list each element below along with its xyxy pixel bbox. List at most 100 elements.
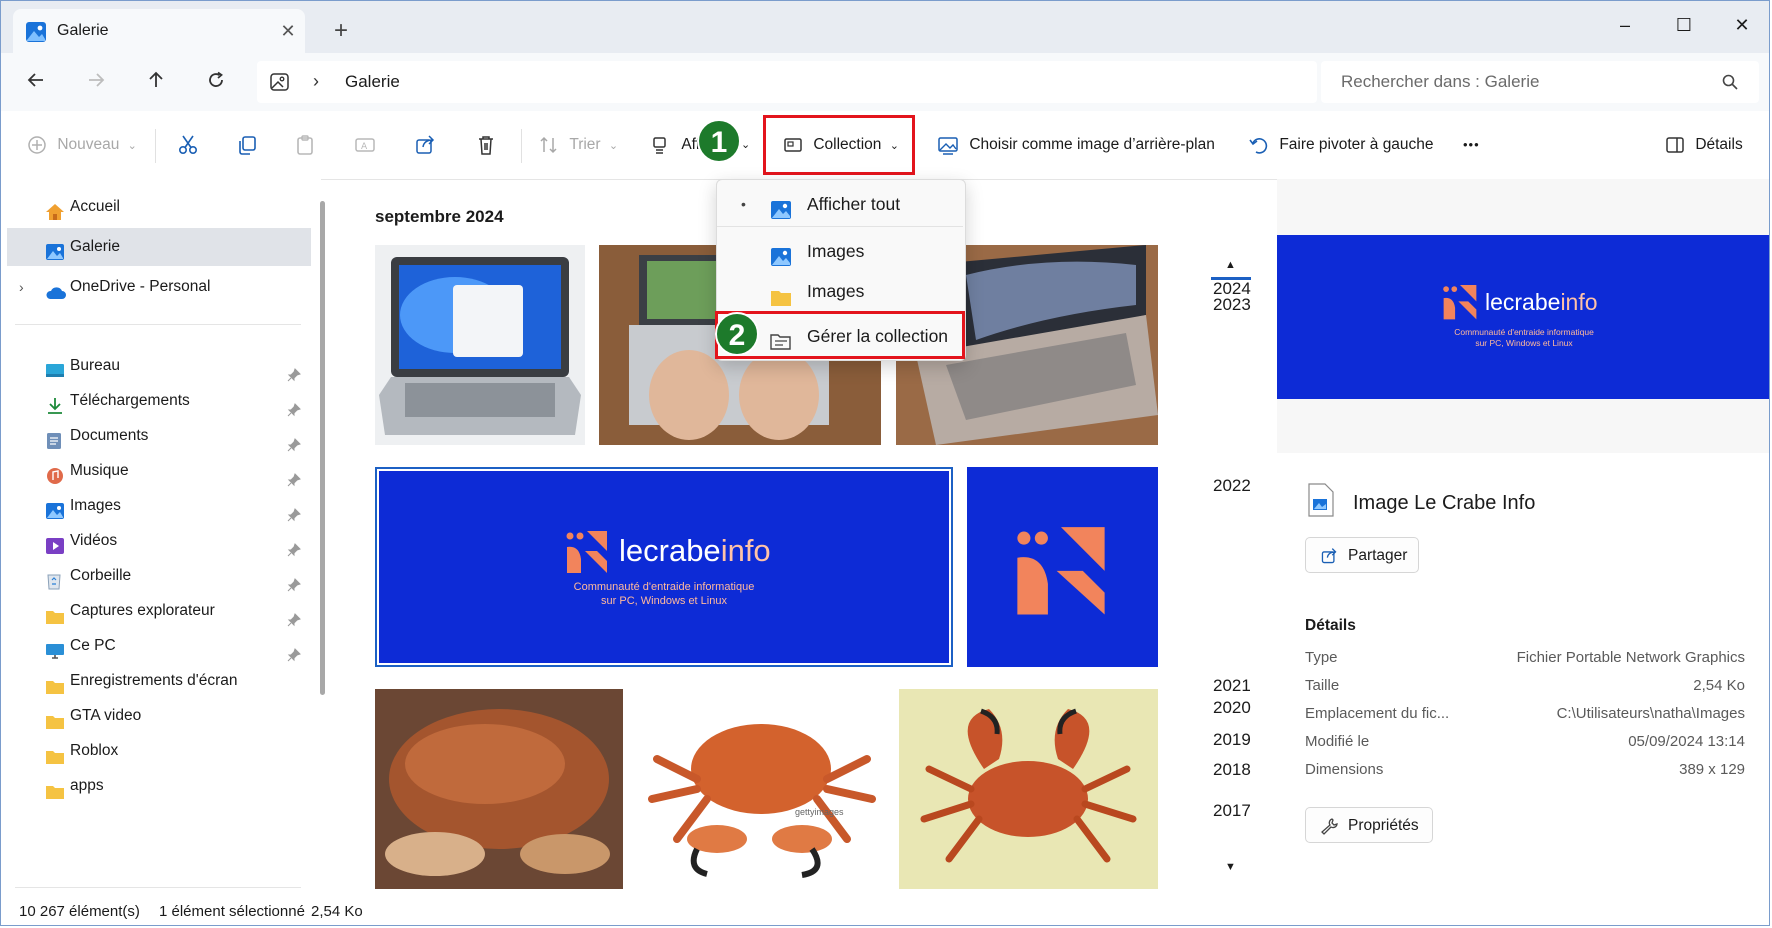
new-button[interactable]: Nouveau ⌄ [27, 131, 137, 159]
videos-icon [45, 532, 65, 554]
timeline-year[interactable]: 2023 [1213, 295, 1251, 315]
rotate-left-icon [1249, 137, 1268, 154]
detail-value[interactable]: C:\Utilisateurs\natha\Images [1557, 701, 1745, 727]
breadcrumb-chevron-icon[interactable]: › [313, 71, 319, 92]
pin-icon[interactable] [287, 569, 301, 592]
chevron-down-icon: ⌄ [608, 140, 619, 152]
share-button[interactable] [414, 131, 436, 159]
details-button[interactable]: Détails [1665, 131, 1743, 159]
collection-label: Collection [813, 136, 882, 153]
timeline-down-icon[interactable]: ▼ [1225, 861, 1236, 873]
share-icon [1321, 548, 1337, 564]
nav-item-documents[interactable]: Documents [7, 417, 311, 455]
delete-button[interactable] [475, 131, 497, 159]
thumbnail-crab-1[interactable] [375, 689, 623, 889]
nav-label: Images [70, 497, 121, 514]
timeline-year[interactable]: 2018 [1213, 760, 1251, 780]
expand-chevron-icon[interactable]: › [19, 268, 24, 306]
nav-item-musique[interactable]: Musique [7, 452, 311, 490]
breadcrumb-galerie[interactable]: Galerie [345, 72, 400, 92]
rotate-left-button[interactable]: Faire pivoter à gauche [1249, 131, 1434, 159]
maximize-button[interactable]: ☐ [1661, 11, 1707, 39]
rotate-left-label: Faire pivoter à gauche [1279, 136, 1434, 153]
path-bar[interactable]: › Galerie [257, 61, 1317, 103]
timeline-year[interactable]: 2020 [1213, 698, 1251, 718]
step-badge-1: 1 [697, 119, 741, 163]
properties-button[interactable]: Propriétés [1305, 807, 1433, 843]
nav-item-enregistrements[interactable]: Enregistrements d'écran [7, 662, 311, 700]
pin-icon[interactable] [287, 499, 301, 522]
pin-icon[interactable] [287, 464, 301, 487]
refresh-icon[interactable] [201, 68, 231, 98]
pin-icon[interactable] [287, 604, 301, 627]
nav-label: Musique [70, 462, 129, 479]
new-tab-button[interactable]: + [327, 17, 355, 45]
cut-button[interactable] [177, 131, 199, 159]
nav-item-roblox[interactable]: Roblox [7, 732, 311, 770]
nav-item-videos[interactable]: Vidéos [7, 522, 311, 560]
copy-button[interactable] [236, 131, 258, 159]
timeline-year[interactable]: 2021 [1213, 676, 1251, 696]
nav-item-ce-pc[interactable]: Ce PC [7, 627, 311, 665]
sort-button[interactable]: Trier ⌄ [539, 131, 618, 159]
gallery-icon [770, 194, 792, 219]
gallery-icon [25, 21, 47, 43]
pin-icon[interactable] [287, 639, 301, 662]
nav-item-bureau[interactable]: Bureau [7, 347, 311, 385]
collection-button[interactable]: Collection ⌄ [783, 131, 899, 159]
nav-item-gta-video[interactable]: GTA video [7, 697, 311, 735]
up-arrow-icon[interactable] [141, 68, 171, 98]
pin-icon[interactable] [287, 359, 301, 382]
timeline-up-icon[interactable]: ▲ [1225, 259, 1236, 271]
share-button-details[interactable]: Partager [1305, 537, 1419, 573]
details-pane: lecrabeinfo Communauté d'entraide inform… [1277, 179, 1769, 899]
status-bar: 10 267 élément(s) 1 élément sélectionné … [1, 899, 1769, 925]
thumbnail-crab-3[interactable] [899, 689, 1158, 889]
pin-icon[interactable] [287, 534, 301, 557]
detail-value: 2,54 Ko [1693, 677, 1745, 694]
back-arrow-icon[interactable] [21, 68, 51, 98]
close-tab-icon[interactable]: ✕ [276, 19, 300, 43]
menu-item-images-library[interactable]: Images [717, 231, 963, 271]
menu-item-afficher-tout[interactable]: • Afficher tout [717, 184, 963, 224]
thumbnail-crab-2[interactable]: gettyimages [637, 689, 885, 889]
chevron-down-icon: ⌄ [889, 140, 899, 152]
search-box[interactable]: Rechercher dans : Galerie [1321, 61, 1759, 103]
thumbnail-laptop-windows[interactable] [375, 245, 585, 445]
nav-item-telechargements[interactable]: Téléchargements [7, 382, 311, 420]
thumbnail-lecrabeinfo-icon[interactable] [967, 467, 1158, 667]
set-background-button[interactable]: Choisir comme image d’arrière-plan [937, 131, 1215, 159]
view-button[interactable]: Affi [651, 131, 703, 159]
nav-item-apps[interactable]: apps [7, 767, 311, 805]
nav-item-galerie[interactable]: Galerie [7, 228, 311, 266]
search-input[interactable]: Rechercher dans : Galerie [1341, 72, 1539, 92]
menu-item-images-folder[interactable]: Images [717, 271, 963, 311]
nav-item-images[interactable]: Images [7, 487, 311, 525]
close-window-button[interactable]: ✕ [1719, 11, 1765, 39]
nav-item-captures[interactable]: Captures explorateur [7, 592, 311, 630]
timeline-year[interactable]: 2017 [1213, 801, 1251, 821]
menu-divider [717, 226, 963, 227]
folder-icon [770, 281, 792, 306]
detail-row-location: Emplacement du fic... C:\Utilisateurs\na… [1305, 701, 1745, 727]
more-options-icon[interactable]: ••• [1463, 131, 1480, 159]
paste-button[interactable] [294, 131, 316, 159]
nav-item-accueil[interactable]: Accueil [7, 188, 311, 226]
timeline-year[interactable]: 2022 [1213, 476, 1251, 496]
timeline-year[interactable]: 2019 [1213, 730, 1251, 750]
nav-item-onedrive[interactable]: › OneDrive - Personal [7, 268, 311, 306]
nav-scrollbar[interactable] [320, 201, 325, 695]
nav-item-corbeille[interactable]: Corbeille [7, 557, 311, 595]
tab-galerie[interactable]: Galerie ✕ [13, 9, 305, 55]
nav-label: Galerie [70, 238, 120, 255]
rename-button[interactable]: A [354, 131, 376, 159]
pin-icon[interactable] [287, 394, 301, 417]
recycle-bin-icon [45, 567, 65, 590]
logo-text-part-b: info [720, 533, 771, 568]
forward-arrow-icon[interactable] [81, 68, 111, 98]
pin-icon[interactable] [287, 429, 301, 452]
thumbnail-lecrabeinfo-logo[interactable]: lecrabeinfo Communauté d'entraide inform… [375, 467, 953, 667]
minimize-button[interactable]: – [1602, 11, 1648, 39]
lecrabeinfo-banner: lecrabeinfo Communauté d'entraide inform… [379, 471, 949, 663]
search-icon[interactable] [1721, 73, 1739, 91]
